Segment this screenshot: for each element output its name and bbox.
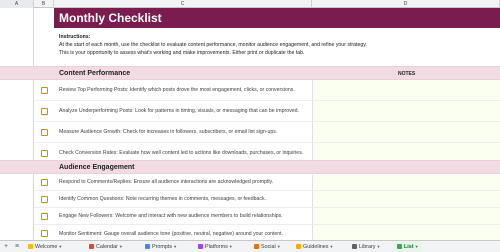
checklist-item-text: Respond to Comments/Replies: Ensure all … — [59, 179, 274, 185]
checklist-item-text: Engage New Followers: Welcome and intera… — [59, 213, 283, 219]
tab-icon — [397, 243, 402, 249]
checklist-row: Monitor Sentiment: Gauge overall audienc… — [34, 225, 500, 240]
all-sheets-icon[interactable]: ≡ — [15, 242, 19, 252]
tab-library[interactable]: Library▼ — [352, 242, 380, 252]
chevron-down-icon: ▼ — [118, 244, 123, 249]
chevron-down-icon: ▼ — [414, 244, 419, 249]
column-header-b[interactable]: B — [34, 0, 54, 8]
checklist-row: Respond to Comments/Replies: Ensure all … — [34, 174, 500, 191]
instructions-label: Instructions: — [59, 34, 91, 40]
checkbox[interactable] — [41, 213, 48, 220]
tab-calendar[interactable]: Calendar▼ — [89, 242, 123, 252]
tab-label: Platforms — [205, 244, 228, 250]
checklist-row: Review Top Performing Posts: Identify wh… — [34, 80, 500, 101]
tab-icon — [198, 243, 203, 249]
tab-icon — [89, 243, 94, 249]
checklist-row: Engage New Followers: Welcome and intera… — [34, 208, 500, 225]
section-title: Audience Engagement — [59, 164, 135, 171]
checkbox[interactable] — [41, 129, 48, 136]
add-sheet-icon[interactable]: + — [4, 242, 8, 252]
tab-label: Guidelines — [303, 244, 329, 250]
tab-label: Social — [261, 244, 276, 250]
column-header-bar: A B C D — [0, 0, 500, 8]
tab-label: Calendar — [96, 244, 118, 250]
section-header-content-performance: Content Performance NOTES — [0, 66, 500, 80]
instructions-line-1: At the start of each month, use the chec… — [59, 42, 367, 48]
sheet-tab-bar: + ≡ Welcome▼ Calendar▼ Prompts▼ Platform… — [0, 240, 500, 252]
tab-prompts[interactable]: Prompts▼ — [145, 242, 177, 252]
chevron-down-icon: ▼ — [276, 244, 281, 249]
chevron-down-icon: ▼ — [228, 244, 233, 249]
tab-welcome[interactable]: Welcome▼ — [28, 242, 62, 252]
tab-label: List — [404, 244, 414, 250]
chevron-down-icon: ▼ — [58, 244, 63, 249]
checklist-item-text: Analyze Underperforming Posts: Look for … — [59, 108, 299, 114]
tab-label: Welcome — [35, 244, 58, 250]
chevron-down-icon: ▼ — [329, 244, 334, 249]
section-header-audience-engagement: Audience Engagement — [0, 160, 500, 174]
checklist-row: Measure Audience Growth: Check for incre… — [34, 122, 500, 143]
tab-icon — [254, 243, 259, 249]
tab-list[interactable]: List▼ — [394, 242, 422, 252]
column-header-a[interactable]: A — [0, 0, 34, 8]
checklist-row: Identify Common Questions: Note recurrin… — [34, 191, 500, 208]
checkbox[interactable] — [41, 179, 48, 186]
tab-icon — [28, 243, 33, 249]
tab-platforms[interactable]: Platforms▼ — [198, 242, 233, 252]
row-number-column — [0, 8, 34, 240]
tab-label: Prompts — [152, 244, 173, 250]
chevron-down-icon: ▼ — [173, 244, 178, 249]
tab-social[interactable]: Social▼ — [254, 242, 281, 252]
column-header-c[interactable]: C — [54, 0, 312, 8]
checkbox[interactable] — [41, 230, 48, 237]
tab-icon — [296, 243, 301, 249]
page-title: Monthly Checklist — [59, 11, 162, 25]
checkbox[interactable] — [41, 87, 48, 94]
notes-header: NOTES — [398, 71, 416, 77]
checkbox[interactable] — [41, 108, 48, 115]
checkbox[interactable] — [41, 196, 48, 203]
tab-icon — [352, 243, 357, 249]
tab-guidelines[interactable]: Guidelines▼ — [296, 242, 333, 252]
instructions-block: Instructions: At the start of each month… — [59, 33, 495, 57]
checklist-item-text: Measure Audience Growth: Check for incre… — [59, 129, 278, 135]
instructions-line-2: This is your opportunity to assess what'… — [59, 50, 305, 56]
checkbox[interactable] — [41, 150, 48, 157]
checklist-item-text: Identify Common Questions: Note recurrin… — [59, 196, 267, 202]
section-title: Content Performance — [59, 70, 131, 77]
checklist-item-text: Review Top Performing Posts: Identify wh… — [59, 87, 295, 93]
tab-icon — [145, 243, 150, 249]
chevron-down-icon: ▼ — [376, 244, 381, 249]
column-header-d[interactable]: D — [312, 0, 500, 8]
checklist-row: Analyze Underperforming Posts: Look for … — [34, 101, 500, 122]
tab-label: Library — [359, 244, 376, 250]
checklist-item-text: Monitor Sentiment: Gauge overall audienc… — [59, 231, 284, 237]
